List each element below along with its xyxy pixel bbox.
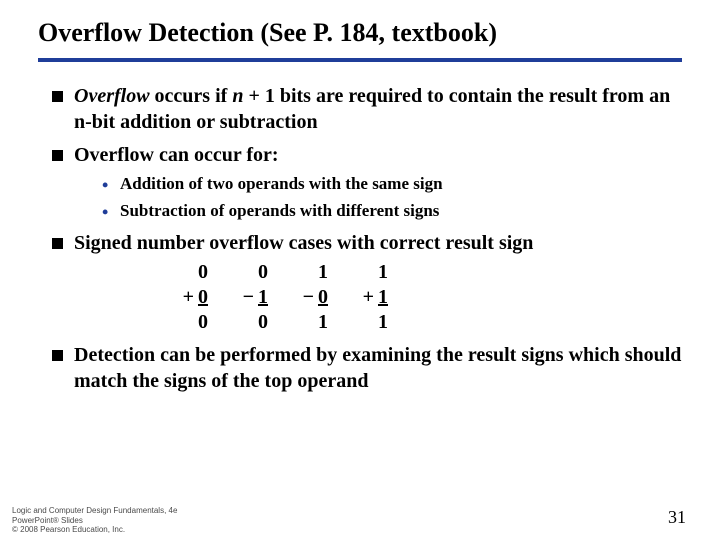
slide-title: Overflow Detection (See P. 184, textbook… <box>38 18 682 48</box>
footer-line1: Logic and Computer Design Fundamentals, … <box>12 506 177 515</box>
bullet-signed-cases: Signed number overflow cases with correc… <box>52 231 682 336</box>
footer-line2: PowerPoint® Slides <box>12 516 177 525</box>
bullet-list-level2: Addition of two operands with the same s… <box>102 173 682 223</box>
page-number: 31 <box>668 507 686 528</box>
italic-overflow: Overflow <box>74 85 150 107</box>
bullet-detection: Detection can be performed by examining … <box>52 343 682 394</box>
footer-copyright: Logic and Computer Design Fundamentals, … <box>12 506 177 534</box>
bullet-can-occur: Overflow can occur for: Addition of two … <box>52 143 682 222</box>
bullet-overflow-def: Overflow occurs if n + 1 bits are requir… <box>52 84 682 135</box>
sub-bullet-addition: Addition of two operands with the same s… <box>102 173 682 196</box>
title-rule <box>38 58 682 62</box>
overflow-case-matrix: 0011 +0−1−0+1 0011 <box>164 260 682 335</box>
sub-bullet-subtraction: Subtraction of operands with different s… <box>102 200 682 223</box>
matrix-row-op: +0−1−0+1 <box>164 285 682 310</box>
footer-line3: © 2008 Pearson Education, Inc. <box>12 525 177 534</box>
text-mid: occurs if <box>150 85 233 107</box>
text: Overflow can occur for: <box>74 144 279 166</box>
text: Signed number overflow cases with correc… <box>74 232 533 254</box>
italic-n: n <box>232 85 243 107</box>
matrix-row-top: 0011 <box>164 260 682 285</box>
matrix-row-result: 0011 <box>164 310 682 335</box>
bullet-list-level1: Overflow occurs if n + 1 bits are requir… <box>52 84 682 394</box>
